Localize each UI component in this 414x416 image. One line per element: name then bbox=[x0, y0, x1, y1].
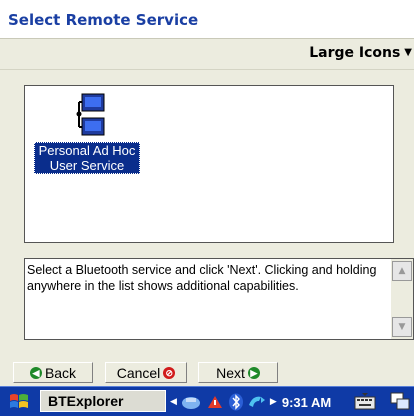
view-mode-dropdown[interactable]: Large Icons ▼ bbox=[309, 45, 412, 61]
next-label: Next bbox=[216, 364, 245, 381]
dropdown-arrow-icon: ▼ bbox=[404, 47, 412, 58]
network-icon[interactable] bbox=[180, 393, 202, 411]
back-button[interactable]: ◀ Back bbox=[13, 362, 93, 383]
cancel-button[interactable]: Cancel ⊘ bbox=[105, 362, 187, 383]
start-button[interactable] bbox=[2, 390, 36, 414]
service-label: Personal Ad Hoc User Service bbox=[34, 142, 140, 174]
wizard-nav-bar: ◀ Back Cancel ⊘ Next ▶ bbox=[0, 361, 414, 385]
next-button[interactable]: Next ▶ bbox=[198, 362, 278, 383]
desktop-switch-icon bbox=[390, 392, 410, 410]
help-text: Select a Bluetooth service and click 'Ne… bbox=[27, 263, 377, 293]
input-panel-button[interactable] bbox=[353, 390, 377, 412]
help-scrollbar[interactable]: ▲ ▼ bbox=[391, 259, 413, 339]
view-mode-label: Large Icons bbox=[309, 45, 401, 61]
cancel-icon: ⊘ bbox=[163, 366, 176, 379]
scroll-up-button[interactable]: ▲ bbox=[392, 261, 412, 281]
keyboard-icon bbox=[354, 393, 376, 410]
tray-left-arrow-icon[interactable]: ◀ bbox=[170, 397, 177, 407]
computer-network-icon bbox=[76, 93, 105, 136]
windows-flag-icon bbox=[10, 394, 28, 408]
system-tray: ◀ ▶ 9:31 AM bbox=[170, 390, 331, 414]
help-text-box: Select a Bluetooth service and click 'Ne… bbox=[24, 258, 414, 340]
tray-right-arrow-icon[interactable]: ▶ bbox=[270, 397, 277, 407]
back-arrow-icon: ◀ bbox=[29, 366, 42, 379]
title-bar: Select Remote Service bbox=[0, 0, 414, 39]
service-list[interactable]: Personal Ad Hoc User Service bbox=[24, 85, 394, 243]
window-title: Select Remote Service bbox=[8, 11, 199, 29]
taskbar: BTExplorer ◀ ▶ 9:31 AM bbox=[0, 386, 414, 416]
window-switch-button[interactable] bbox=[388, 390, 412, 412]
bluetooth-icon[interactable] bbox=[228, 393, 244, 411]
scroll-down-button[interactable]: ▼ bbox=[392, 317, 412, 337]
back-label: Back bbox=[44, 364, 77, 381]
next-arrow-icon: ▶ bbox=[247, 366, 260, 379]
cancel-label: Cancel bbox=[116, 364, 161, 381]
service-label-line1: Personal Ad Hoc bbox=[38, 143, 136, 158]
taskbar-app-button[interactable]: BTExplorer bbox=[40, 390, 166, 412]
service-label-line2: User Service bbox=[49, 158, 125, 173]
view-toolbar: Large Icons ▼ bbox=[0, 39, 414, 70]
power-icon[interactable] bbox=[205, 393, 225, 411]
connection-icon[interactable] bbox=[247, 393, 267, 411]
service-item-personal-ad-hoc[interactable]: Personal Ad Hoc User Service bbox=[34, 92, 140, 174]
clock[interactable]: 9:31 AM bbox=[282, 395, 331, 410]
